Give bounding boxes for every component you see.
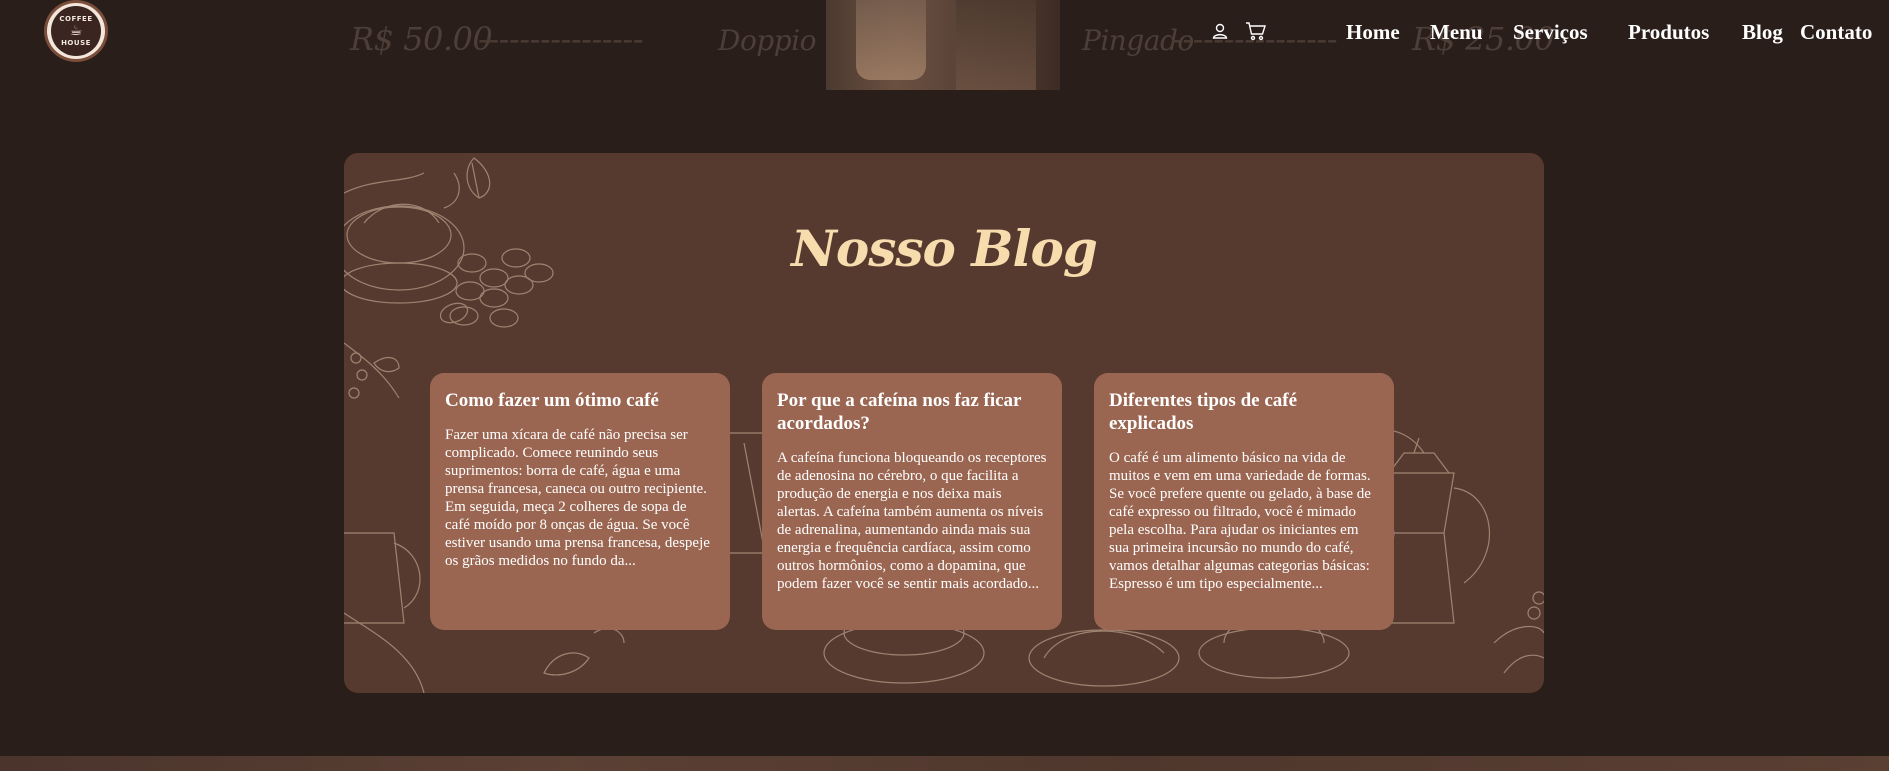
blog-card[interactable]: Como fazer um ótimo café Fazer uma xícar… [430,373,730,630]
blog-section: Nosso Blog Como fazer um ótimo café Faze… [344,153,1544,693]
blog-card[interactable]: Por que a cafeína nos faz ficar acordado… [762,373,1062,630]
menu-section-strip: R$ 50.00 ---------------- Doppio Pingado… [0,0,1889,90]
blog-card-excerpt: Fazer uma xícara de café não precisa ser… [445,427,710,569]
nav-servicos[interactable]: Serviços [1513,20,1588,45]
page: R$ 50.00 ---------------- Doppio Pingado… [0,0,1889,771]
coffee-cup-icon: ☕ [69,23,83,39]
blog-card-excerpt: A cafeína funciona bloqueando os recepto… [777,450,1047,592]
next-section-strip [0,756,1889,771]
blog-card-excerpt: O café é um alimento básico na vida de m… [1109,450,1371,592]
user-icon[interactable] [1209,20,1231,42]
nav-contato[interactable]: Contato [1800,20,1872,45]
menu-photo [826,0,1060,90]
blog-card-title[interactable]: Como fazer um ótimo café [445,389,715,412]
menu-price-left: R$ 50.00 [350,20,493,58]
menu-item-doppio: Doppio [718,24,816,57]
logo-badge: COFFEE ☕ HOUSE [51,6,101,56]
blog-card-title[interactable]: Por que a cafeína nos faz ficar acordado… [777,389,1047,435]
blog-card-title[interactable]: Diferentes tipos de café explicados [1109,389,1379,435]
coffee-house-logo[interactable]: COFFEE ☕ HOUSE [44,0,108,62]
photo-cup-shape [856,0,926,80]
nav-menu[interactable]: Menu [1430,20,1483,45]
nav-produtos[interactable]: Produtos [1628,20,1709,45]
blog-card[interactable]: Diferentes tipos de café explicados O ca… [1094,373,1394,630]
nav-home[interactable]: Home [1346,20,1400,45]
logo-text-bottom: HOUSE [61,39,91,47]
blog-title: Nosso Blog [791,219,1098,278]
cart-icon[interactable] [1245,20,1267,42]
nav-blog[interactable]: Blog [1742,20,1783,45]
menu-dashes-left: ---------------- [478,20,644,58]
photo-glass-shape [956,0,1036,90]
logo-text-top: COFFEE [59,15,93,23]
